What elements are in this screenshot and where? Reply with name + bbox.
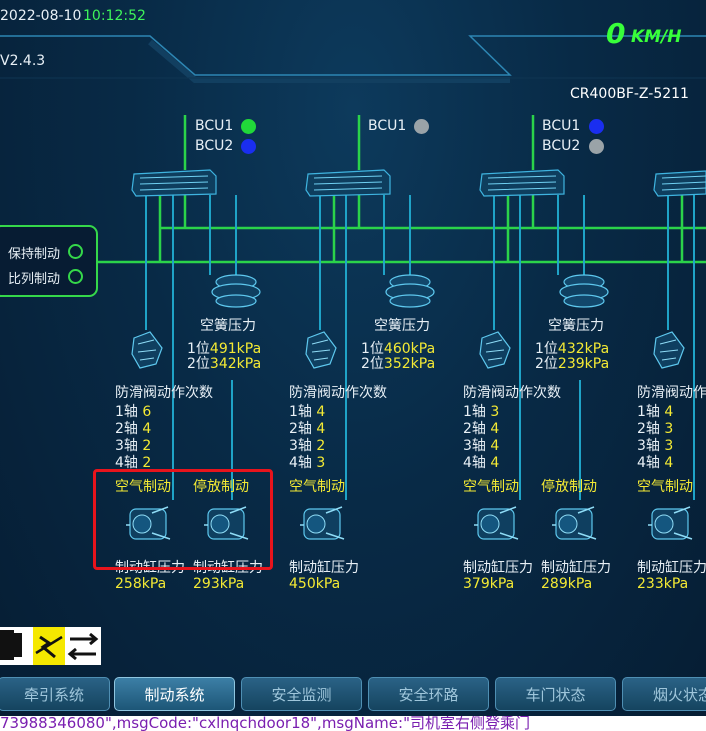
nav-smoke-fire-status[interactable]: 烟火状态 <box>622 677 706 711</box>
car1-cyl2-value: 293kPa <box>193 576 245 592</box>
car1-air-spring-title: 空簧压力 <box>200 318 256 334</box>
car1-bcu2-label: BCU2 <box>195 138 234 154</box>
car3-parking-brake-label: 停放制动 <box>541 479 597 495</box>
car3-cyl2-value: 289kPa <box>541 576 593 592</box>
car3-bcu2-status-dot <box>589 139 604 154</box>
car2-air-spring-title: 空簧压力 <box>374 318 430 334</box>
car1-air-spring-icon <box>211 274 261 308</box>
hold-brake-indicator <box>68 244 83 259</box>
car2-air-spring-p2: 2位352kPa <box>361 356 436 372</box>
pantograph-icon <box>33 627 65 665</box>
car3-air-spring-icon <box>559 274 609 308</box>
nav-brake-system[interactable]: 制动系统 <box>114 677 235 711</box>
car1-bcu-unit-icon <box>131 169 217 197</box>
car3-cyl1-value: 379kPa <box>463 576 515 592</box>
selection-highlight <box>93 469 273 570</box>
car1-antiskid-valve-icon <box>131 331 163 369</box>
car2-air-brake-cylinder-icon <box>300 506 345 540</box>
car3-bcu-unit-icon <box>479 169 565 197</box>
message-ticker: 73988346080",msgCode:"cxlnqchdoor18",msg… <box>0 716 706 731</box>
car3-cyl1-label: 制动缸压力 <box>463 560 533 576</box>
car3-air-spring-title: 空簧压力 <box>548 318 604 334</box>
car2-bcu1-status-dot <box>414 119 429 134</box>
car1-bcu2-status-dot <box>241 139 256 154</box>
car4-cyl1-label: 制动缸压力 <box>637 560 706 576</box>
status-icons <box>0 627 99 665</box>
nav-traction-system[interactable]: 牵引系统 <box>0 677 110 711</box>
direction-arrows-icon <box>67 632 99 661</box>
car3-cyl2-label: 制动缸压力 <box>541 560 611 576</box>
car2-cyl1-label: 制动缸压力 <box>289 560 359 576</box>
car4-cyl1-value: 233kPa <box>637 576 689 592</box>
car2-axle4: 4轴 3 <box>289 455 326 471</box>
car3-axle4: 4轴 4 <box>463 455 500 471</box>
car2-air-spring-icon <box>385 274 435 308</box>
nav-door-status[interactable]: 车门状态 <box>495 677 616 711</box>
car3-antiskid-title: 防滑阀动作次数 <box>463 385 561 401</box>
car1-bcu1-label: BCU1 <box>195 118 234 134</box>
car4-antiskid-valve-icon <box>653 331 685 369</box>
car2-antiskid-title: 防滑阀动作次数 <box>289 385 387 401</box>
car3-bcu1-status-dot <box>589 119 604 134</box>
car4-antiskid-title: 防滑阀动作次数 <box>637 385 706 401</box>
brake-system-screen: 2022-08-10 10:12:52 V2.4.3 0 KM/H CR400B… <box>0 0 706 731</box>
car2-antiskid-valve-icon <box>305 331 337 369</box>
nav-safety-loop[interactable]: 安全环路 <box>368 677 489 711</box>
car4-bcu-unit-icon <box>653 170 706 197</box>
proportional-brake-indicator <box>68 269 83 284</box>
nav-safety-monitoring[interactable]: 安全监测 <box>241 677 362 711</box>
car1-antiskid-title: 防滑阀动作次数 <box>115 385 213 401</box>
car1-bcu1-status-dot <box>241 119 256 134</box>
car3-air-brake-cylinder-icon <box>474 506 519 540</box>
status-icon-bar <box>0 627 101 665</box>
hold-brake-label: 保持制动 <box>8 247 61 262</box>
car4-air-brake-label: 空气制动 <box>637 479 693 495</box>
proportional-brake-label: 比列制动 <box>8 272 61 287</box>
car3-bcu1-label: BCU1 <box>542 118 581 134</box>
car3-bcu2-label: BCU2 <box>542 138 581 154</box>
car3-air-brake-label: 空气制动 <box>463 479 519 495</box>
car4-axle4: 4轴 4 <box>637 455 674 471</box>
car1-cyl1-value: 258kPa <box>115 576 167 592</box>
car3-air-spring-p2: 2位239kPa <box>535 356 610 372</box>
car4-air-brake-cylinder-icon <box>648 506 693 540</box>
car3-antiskid-valve-icon <box>479 331 511 369</box>
car2-bcu1-label: BCU1 <box>368 118 407 134</box>
car3-parking-brake-cylinder-icon <box>552 506 597 540</box>
car2-air-brake-label: 空气制动 <box>289 479 345 495</box>
battery-icon <box>0 630 22 660</box>
car1-air-spring-p2: 2位342kPa <box>187 356 262 372</box>
car2-cyl1-value: 450kPa <box>289 576 341 592</box>
car2-bcu-unit-icon <box>305 169 391 197</box>
